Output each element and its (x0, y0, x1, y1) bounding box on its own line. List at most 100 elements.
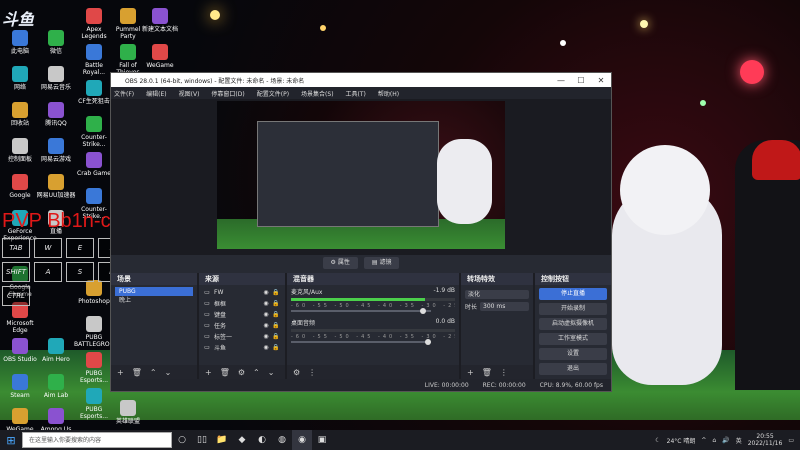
exit-button[interactable]: 退出 (539, 363, 607, 375)
chevron-down-icon[interactable]: ⌄ (268, 368, 275, 377)
tray-arrow-icon[interactable]: ^ (701, 437, 706, 444)
trash-icon[interactable]: 🗑 (132, 368, 142, 377)
lock-icon[interactable]: 🔒 (271, 333, 281, 340)
volume-icon[interactable]: 🔊 (722, 437, 729, 444)
weather-text[interactable]: 24°C 晴朗 (667, 436, 696, 445)
source-item[interactable]: ▭ 斗鱼 ◉ 🔒 (203, 342, 281, 353)
desktop-icon[interactable]: Aim Hero (36, 338, 76, 363)
chevron-up-icon[interactable]: ⌃ (150, 368, 157, 377)
eye-icon[interactable]: ◉ (261, 311, 271, 318)
desktop-icon[interactable]: 网易UU加速器 (36, 174, 76, 199)
menu-edit[interactable]: 编辑(E) (146, 89, 166, 98)
desktop-icon[interactable]: 网易云游戏 (36, 138, 76, 163)
obs-taskbar-icon[interactable]: ◉ (292, 430, 312, 450)
desktop-icon[interactable]: Counter-Strike... (74, 116, 114, 148)
obs-window[interactable]: OBS 28.0.1 (64-bit, windows) - 配置文件: 未命名… (110, 72, 612, 392)
add-icon[interactable]: + (205, 368, 212, 377)
app-icon[interactable]: ◆ (232, 430, 252, 450)
desktop-icon[interactable]: 控制面板 (0, 138, 40, 163)
eye-icon[interactable]: ◉ (261, 289, 271, 296)
desktop-icon[interactable]: PUBG Esports... (74, 352, 114, 384)
menu-icon[interactable]: ⋮ (308, 368, 316, 377)
eye-icon[interactable]: ◉ (261, 322, 271, 329)
desktop-icon[interactable]: Steam (0, 374, 40, 399)
menu-tools[interactable]: 工具(T) (346, 89, 366, 98)
eye-icon[interactable]: ◉ (261, 333, 271, 340)
menu-icon[interactable]: ⋮ (500, 368, 508, 377)
menu-file[interactable]: 文件(F) (114, 89, 134, 98)
eye-icon[interactable]: ◉ (261, 300, 271, 307)
chrome-icon[interactable]: ◍ (272, 430, 292, 450)
network-icon[interactable]: ⌂ (712, 437, 716, 444)
trash-icon[interactable]: 🗑 (482, 368, 492, 377)
ime-icon[interactable]: 英 (736, 436, 742, 445)
volume-thumb[interactable] (425, 339, 431, 345)
lock-icon[interactable]: 🔒 (271, 311, 281, 318)
menu-docks[interactable]: 停靠窗口(D) (211, 89, 244, 98)
source-item[interactable]: ▭ FW ◉ 🔒 (203, 287, 281, 298)
lock-icon[interactable]: 🔒 (271, 289, 281, 296)
edge-icon[interactable]: ◐ (252, 430, 272, 450)
menu-scene-collection[interactable]: 场景集合(S) (301, 89, 334, 98)
desktop-icon[interactable]: PUBG BATTLEGROUNDS (74, 316, 127, 348)
desktop-icon[interactable]: 英雄联盟 (108, 400, 148, 425)
gear-icon[interactable]: ⚙ (238, 368, 245, 377)
obs-titlebar[interactable]: OBS 28.0.1 (64-bit, windows) - 配置文件: 未命名… (111, 73, 611, 87)
desktop-icon[interactable]: Google (0, 174, 40, 199)
scene-item[interactable]: PUBG (115, 287, 193, 296)
add-icon[interactable]: + (467, 368, 474, 377)
file-explorer-icon[interactable]: 📁 (212, 430, 232, 450)
volume-thumb[interactable] (419, 308, 426, 314)
add-icon[interactable]: + (117, 368, 124, 377)
desktop-icon[interactable]: 网易云音乐 (36, 66, 76, 91)
minimize-button[interactable]: — (551, 76, 571, 85)
chevron-up-icon[interactable]: ⌃ (253, 368, 260, 377)
menu-view[interactable]: 视图(V) (179, 89, 200, 98)
start-button[interactable]: ⊞ (0, 430, 22, 450)
desktop-icon[interactable]: Photoshop (74, 280, 114, 305)
virtual-camera-button[interactable]: 启动虚拟摄像机 (539, 318, 607, 330)
desktop-icon[interactable]: 网络 (0, 66, 40, 91)
maximize-button[interactable]: ☐ (571, 76, 591, 85)
notification-icon[interactable]: ▭ (788, 437, 794, 444)
trash-icon[interactable]: 🗑 (220, 368, 230, 377)
gear-icon[interactable]: ⚙ (293, 368, 300, 377)
duration-input[interactable]: 300 ms (480, 302, 529, 311)
desktop-icon[interactable]: Crab Game (74, 152, 114, 177)
desktop-icon[interactable]: 新建文本文档 (140, 8, 180, 33)
transition-select[interactable]: 淡化 (465, 290, 529, 299)
preview-canvas[interactable] (217, 101, 505, 249)
source-item[interactable]: ▭ 标签一 ◉ 🔒 (203, 331, 281, 342)
desktop-icon[interactable]: Microsoft Edge (0, 302, 40, 334)
settings-button[interactable]: 设置 (539, 348, 607, 360)
volume-slider[interactable] (291, 308, 455, 314)
filters-button[interactable]: ▤ 滤镜 (363, 257, 400, 269)
stop-streaming-button[interactable]: 停止直播 (539, 288, 607, 300)
desktop-icon[interactable]: OBS Studio (0, 338, 40, 363)
desktop-icon[interactable]: 回收站 (0, 102, 40, 127)
close-button[interactable]: ✕ (591, 76, 611, 85)
volume-slider[interactable] (291, 339, 455, 345)
source-item[interactable]: ▭ 框框 ◉ 🔒 (203, 298, 281, 309)
source-item[interactable]: ▭ 键盘 ◉ 🔒 (203, 309, 281, 320)
menu-profile[interactable]: 配置文件(P) (257, 89, 289, 98)
app-icon[interactable]: ▣ (312, 430, 332, 450)
source-item[interactable]: ▭ 任务 ◉ 🔒 (203, 320, 281, 331)
lock-icon[interactable]: 🔒 (271, 322, 281, 329)
properties-button[interactable]: ⚙ 属性 (322, 257, 358, 269)
scene-item[interactable]: 晚上 (115, 296, 193, 305)
menu-help[interactable]: 帮助(H) (378, 89, 399, 98)
eye-icon[interactable]: ◉ (261, 344, 271, 351)
lock-icon[interactable]: 🔒 (271, 300, 281, 307)
clock[interactable]: 20:55 2022/11/16 (748, 433, 783, 447)
desktop-icon[interactable]: WeGame (140, 44, 180, 69)
desktop-icon[interactable]: 腾讯QQ (36, 102, 76, 127)
desktop-icon[interactable]: 微信 (36, 30, 76, 55)
task-view-icon[interactable]: ▯▯ (192, 430, 212, 450)
desktop-icon[interactable]: Aim Lab (36, 374, 76, 399)
studio-mode-button[interactable]: 工作室模式 (539, 333, 607, 345)
start-recording-button[interactable]: 开始录制 (539, 303, 607, 315)
taskbar-search[interactable]: 在这里输入你要搜索的内容 (22, 432, 172, 448)
chevron-down-icon[interactable]: ⌄ (165, 368, 172, 377)
cortana-icon[interactable]: ○ (172, 430, 192, 450)
